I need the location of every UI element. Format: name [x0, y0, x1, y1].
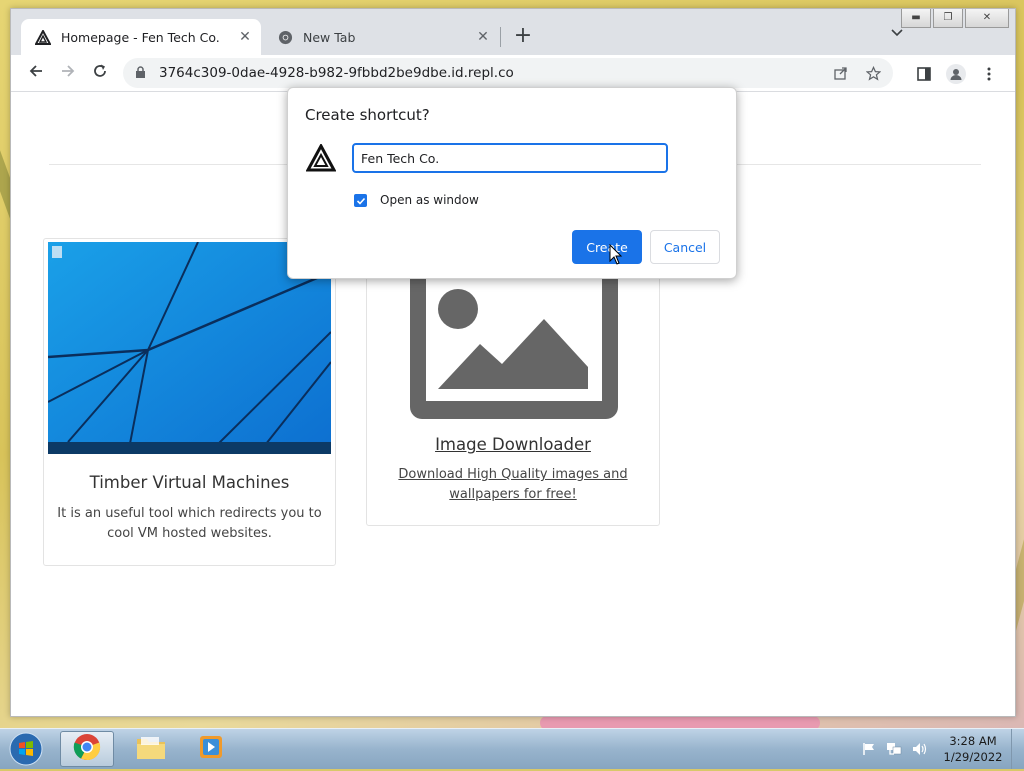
new-tab-button[interactable]: + [511, 25, 535, 49]
open-as-window-label: Open as window [380, 193, 479, 207]
card-image-downloader[interactable]: Image Downloader Download High Quality i… [366, 238, 660, 526]
card-title-link[interactable]: Image Downloader [367, 435, 659, 454]
taskbar-chrome[interactable] [60, 731, 114, 767]
url-text[interactable]: 3764c309-0dae-4928-b982-9fbbd2be9dbe.id.… [159, 65, 829, 81]
tab-new-tab[interactable]: New Tab ✕ [263, 19, 499, 55]
close-window-button[interactable]: ✕ [965, 9, 1009, 28]
create-button[interactable]: Create [572, 230, 642, 264]
clock-time: 3:28 AM [949, 734, 997, 748]
folder-icon [136, 734, 166, 764]
kebab-menu-icon[interactable] [976, 61, 1002, 87]
mouse-cursor-icon [609, 243, 623, 266]
network-icon[interactable] [886, 741, 902, 760]
close-tab-icon[interactable]: ✕ [473, 29, 493, 45]
window-controls: ▬ ❐ ✕ [901, 9, 1009, 28]
create-shortcut-dialog: Create shortcut? Open as window Create C… [287, 87, 737, 279]
clock[interactable]: 3:28 AM 1/29/2022 [938, 733, 1008, 765]
card-timber-virtual-machines[interactable]: Timber Virtual Machines It is an useful … [43, 238, 336, 566]
tab-separator [500, 27, 501, 47]
maximize-button[interactable]: ❐ [933, 9, 963, 28]
tab-homepage[interactable]: Homepage - Fen Tech Co. ✕ [21, 19, 261, 55]
system-tray [862, 741, 928, 760]
minimize-button[interactable]: ▬ [901, 9, 931, 28]
chrome-icon [277, 29, 293, 45]
shortcut-name-input[interactable] [352, 143, 668, 173]
lock-icon [135, 64, 149, 83]
chevron-down-icon[interactable] [887, 27, 907, 47]
taskbar-media-player[interactable] [184, 731, 238, 767]
card-description: It is an useful tool which redirects you… [57, 506, 322, 541]
taskbar: 3:28 AM 1/29/2022 [0, 728, 1024, 769]
open-as-window-checkbox[interactable] [354, 194, 367, 207]
reload-icon[interactable] [87, 61, 113, 87]
forward-arrow-icon[interactable] [55, 61, 81, 87]
start-button[interactable] [6, 731, 46, 767]
tab-title: New Tab [303, 29, 356, 45]
card-description-link[interactable]: Download High Quality images and wallpap… [397, 465, 629, 505]
close-tab-icon[interactable]: ✕ [235, 29, 255, 45]
card-title: Timber Virtual Machines [89, 473, 290, 492]
tab-strip: Homepage - Fen Tech Co. ✕ New Tab ✕ + ▬ … [11, 9, 1015, 55]
volume-icon[interactable] [912, 741, 928, 760]
taskbar-explorer[interactable] [124, 731, 178, 767]
dialog-title: Create shortcut? [305, 106, 430, 124]
share-icon[interactable] [829, 61, 853, 85]
action-center-flag-icon[interactable] [862, 741, 876, 760]
profile-avatar-icon[interactable] [943, 61, 969, 87]
media-player-icon [197, 734, 225, 764]
tab-title: Homepage - Fen Tech Co. [61, 29, 220, 45]
side-panel-icon[interactable] [911, 61, 937, 87]
bookmark-star-icon[interactable] [861, 61, 885, 85]
clock-date: 1/29/2022 [943, 750, 1003, 764]
cancel-button[interactable]: Cancel [650, 230, 720, 264]
show-desktop-button[interactable] [1011, 729, 1024, 769]
address-bar[interactable]: 3764c309-0dae-4928-b982-9fbbd2be9dbe.id.… [123, 58, 893, 88]
image-placeholder-icon [410, 269, 618, 419]
chrome-icon [73, 733, 101, 765]
fen-tech-logo-icon [305, 142, 337, 172]
back-arrow-icon[interactable] [23, 61, 49, 87]
fen-tech-logo-icon [35, 29, 51, 45]
